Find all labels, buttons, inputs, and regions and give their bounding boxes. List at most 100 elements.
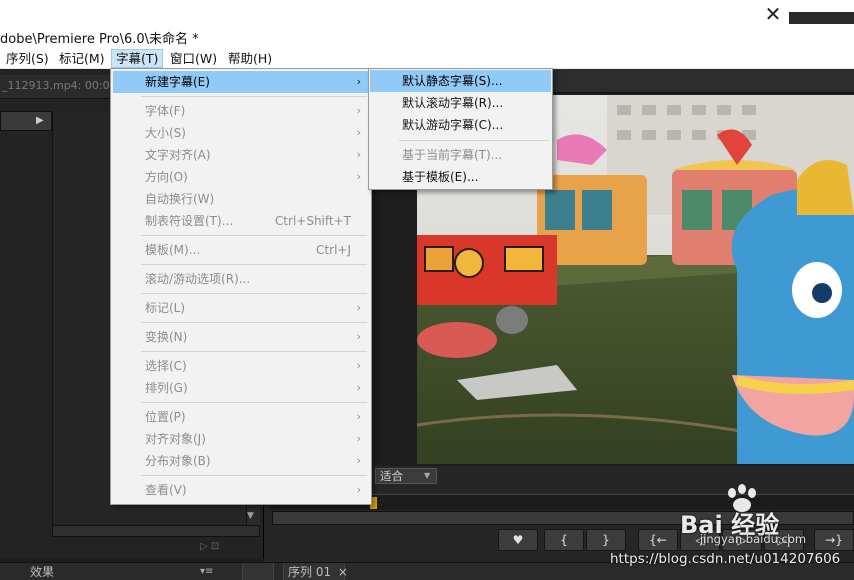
menu-separator: [141, 235, 367, 236]
chevron-right-icon: ›: [356, 170, 361, 183]
menu-item-label: 分布对象(B): [145, 454, 211, 468]
add-marker-button[interactable]: ♥: [498, 529, 538, 551]
menu-item-label: 基于模板(E)...: [402, 170, 479, 184]
menu-item-word-wrap[interactable]: 自动换行(W): [113, 188, 369, 210]
play-icon[interactable]: ▶: [36, 115, 44, 126]
chevron-right-icon: ›: [356, 410, 361, 423]
menu-marker[interactable]: 标记(M): [55, 49, 109, 68]
submenu-item-default-still[interactable]: 默认静态字幕(S)...: [370, 70, 551, 92]
menu-item-view[interactable]: 查看(V) ›: [113, 479, 369, 501]
submenu-item-based-on-current[interactable]: 基于当前字幕(T)...: [370, 144, 551, 166]
menu-item-templates[interactable]: 模板(M)... Ctrl+J: [113, 239, 369, 261]
tab-effects[interactable]: 效果: [30, 563, 54, 580]
menu-item-shortcut: Ctrl+Shift+T: [274, 214, 351, 228]
chevron-right-icon: ›: [356, 75, 361, 88]
csdn-url-watermark: https://blog.csdn.net/u014207606: [610, 551, 841, 567]
menu-separator: [141, 322, 367, 323]
new-title-submenu: 默认静态字幕(S)... 默认滚动字幕(R)... 默认游动字幕(C)... 基…: [368, 68, 553, 190]
chevron-down-icon: ▼: [424, 471, 431, 480]
chevron-right-icon: ›: [356, 359, 361, 372]
menu-help[interactable]: 帮助(H): [224, 49, 276, 68]
panel-footer-icons[interactable]: ▷ ⊡: [200, 541, 219, 552]
go-to-in-button[interactable]: {←: [638, 529, 678, 551]
menu-item-tab-stops[interactable]: 制表符设置(T)... Ctrl+Shift+T: [113, 210, 369, 232]
chevron-right-icon: ›: [356, 432, 361, 445]
menu-item-roll-crawl[interactable]: 滚动/游动选项(R)...: [113, 268, 369, 290]
panel-grip[interactable]: [242, 563, 274, 580]
menu-item-distribute-objects[interactable]: 分布对象(B) ›: [113, 450, 369, 472]
clip-label: _112913.mp4: 00:00:5: [2, 79, 128, 92]
baidu-jingyan-watermark: Bai 经验 jingyan.baidu.com: [680, 483, 850, 546]
menu-item-shortcut: Ctrl+J: [316, 243, 351, 257]
title-bar: dobe\Premiere Pro\6.0\未命名 * ✕: [0, 0, 854, 48]
chevron-right-icon: ›: [356, 148, 361, 161]
menu-item-label: 选择(C): [145, 359, 187, 373]
chevron-right-icon: ›: [356, 126, 361, 139]
menu-item-position[interactable]: 位置(P) ›: [113, 406, 369, 428]
menu-item-label: 字体(F): [145, 104, 186, 118]
menu-separator: [141, 402, 367, 403]
menu-item-label: 滚动/游动选项(R)...: [145, 272, 251, 286]
window-title: dobe\Premiere Pro\6.0\未命名 *: [0, 32, 199, 47]
menu-item-label: 默认滚动字幕(R)...: [402, 96, 504, 110]
menu-item-label: 方向(O): [145, 170, 188, 184]
menu-bar: 序列(S) 标记(M) 字幕(T) 窗口(W) 帮助(H): [0, 48, 854, 69]
menu-item-arrange[interactable]: 排列(G) ›: [113, 377, 369, 399]
menu-separator: [399, 140, 549, 141]
menu-item-label: 制表符设置(T)...: [145, 214, 234, 228]
close-icon[interactable]: ✕: [762, 4, 784, 26]
menu-item-orientation[interactable]: 方向(O) ›: [113, 166, 369, 188]
chevron-right-icon: ›: [356, 381, 361, 394]
menu-item-label: 自动换行(W): [145, 192, 215, 206]
scroll-down-icon[interactable]: ▼: [247, 511, 254, 521]
menu-item-label: 位置(P): [145, 410, 186, 424]
menu-item-label: 标记(L): [145, 301, 186, 315]
mark-out-button[interactable]: }: [586, 529, 626, 551]
menu-item-logo[interactable]: 标记(L) ›: [113, 297, 369, 319]
menu-item-label: 大小(S): [145, 126, 186, 140]
menu-title[interactable]: 字幕(T): [111, 49, 164, 68]
menu-item-label: 查看(V): [145, 483, 187, 497]
menu-item-label: 模板(M)...: [145, 243, 201, 257]
menu-item-label: 基于当前字幕(T)...: [402, 148, 503, 162]
chevron-right-icon: ›: [356, 301, 361, 314]
submenu-item-based-on-template[interactable]: 基于模板(E)...: [370, 166, 551, 188]
menu-item-label: 文字对齐(A): [145, 148, 211, 162]
submenu-item-default-roll[interactable]: 默认滚动字幕(R)...: [370, 92, 551, 114]
menu-item-align-objects[interactable]: 对齐对象(J) ›: [113, 428, 369, 450]
menu-separator: [141, 351, 367, 352]
menu-separator: [141, 475, 367, 476]
menu-separator: [141, 293, 367, 294]
menu-item-label: 对齐对象(J): [145, 432, 206, 446]
menu-item-select[interactable]: 选择(C) ›: [113, 355, 369, 377]
chevron-right-icon: ›: [356, 330, 361, 343]
tab-sequence-label: 序列 01: [288, 565, 332, 579]
background-window-edge: [789, 0, 854, 24]
title-menu-dropdown: 新建字幕(E) › 字体(F) › 大小(S) › 文字对齐(A) › 方向(O…: [110, 68, 372, 505]
menu-window[interactable]: 窗口(W): [166, 49, 221, 68]
menu-item-text-align[interactable]: 文字对齐(A) ›: [113, 144, 369, 166]
menu-item-transform[interactable]: 变换(N) ›: [113, 326, 369, 348]
menu-item-font[interactable]: 字体(F) ›: [113, 100, 369, 122]
chevron-right-icon: ›: [356, 104, 361, 117]
close-icon[interactable]: ×: [338, 565, 348, 579]
menu-item-label: 默认静态字幕(S)...: [402, 74, 503, 88]
tab-sequence[interactable]: 序列 01 ×: [283, 563, 348, 580]
submenu-item-default-crawl[interactable]: 默认游动字幕(C)...: [370, 114, 551, 136]
menu-item-label: 新建字幕(E): [145, 75, 210, 89]
menu-item-label: 排列(G): [145, 381, 188, 395]
menu-sequence[interactable]: 序列(S): [2, 49, 53, 68]
menu-item-size[interactable]: 大小(S) ›: [113, 122, 369, 144]
panel-menu-icon[interactable]: ▾≡: [200, 563, 213, 580]
menu-separator: [141, 96, 367, 97]
menu-separator: [141, 264, 367, 265]
menu-item-label: 变换(N): [145, 330, 188, 344]
baidu-watermark-subtext: jingyan.baidu.com: [700, 532, 807, 546]
mark-in-button[interactable]: {: [544, 529, 584, 551]
chevron-right-icon: ›: [356, 483, 361, 496]
horizontal-scrollbar[interactable]: [52, 525, 260, 537]
menu-item-new-title[interactable]: 新建字幕(E) ›: [113, 71, 369, 93]
panel-header: [0, 111, 52, 131]
chevron-right-icon: ›: [356, 454, 361, 467]
menu-item-label: 默认游动字幕(C)...: [402, 118, 504, 132]
